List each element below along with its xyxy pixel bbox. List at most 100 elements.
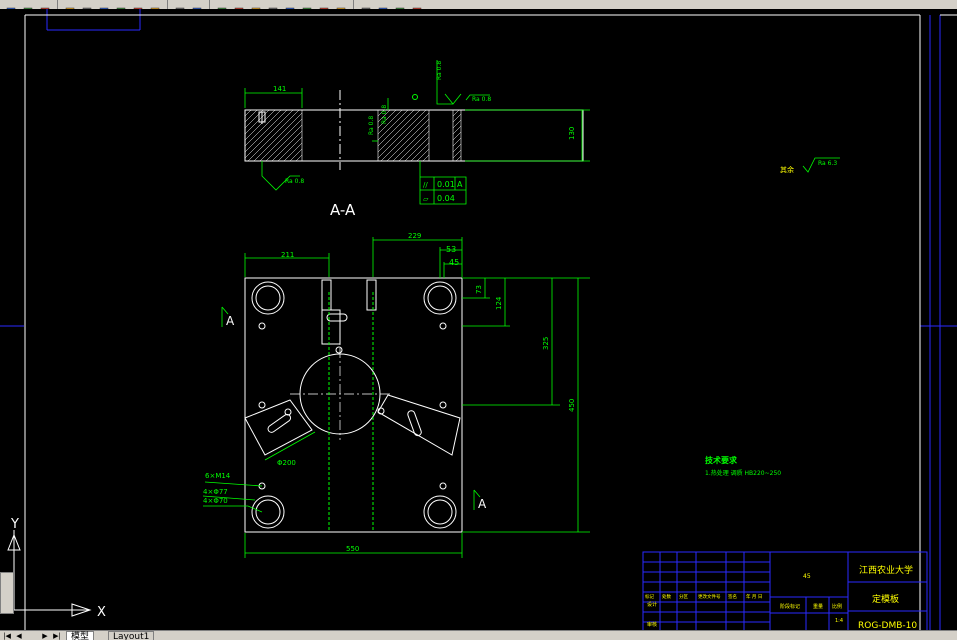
tol1-symbol: //: [423, 181, 428, 189]
toolbar-separator: [167, 0, 168, 9]
zoom-window-icon[interactable]: [232, 0, 246, 9]
section-view: 141 130 Ra 0.8 Ra 0.8 Ra 0.8 Ra 0.8 Ra 0…: [244, 60, 590, 219]
dim-130: 130: [568, 127, 576, 140]
title-stage-label: 阶段标记: [780, 603, 800, 610]
toolbar-separator: [353, 0, 354, 9]
svg-text:1.热处理 调质 HB220~250: 1.热处理 调质 HB220~250: [705, 469, 781, 477]
ra-top-left: Ra 0.8: [436, 61, 443, 80]
hatch-line: [244, 109, 288, 153]
copy-icon[interactable]: [97, 0, 111, 9]
dim-325: 325: [542, 337, 550, 350]
section-title: A-A: [330, 201, 356, 219]
layer-icon[interactable]: [393, 0, 407, 9]
dim-124: 124: [495, 296, 503, 310]
print-icon[interactable]: [38, 0, 52, 9]
hatch-line: [452, 109, 460, 117]
layer-state-icon[interactable]: [410, 0, 424, 9]
properties-icon[interactable]: [266, 0, 280, 9]
help-icon[interactable]: [376, 0, 390, 9]
pan-icon[interactable]: [190, 0, 204, 9]
dim-550: 550: [346, 545, 359, 553]
match-icon[interactable]: [131, 0, 145, 9]
redo-icon[interactable]: [173, 0, 187, 9]
title-row-label: 分区: [679, 593, 688, 600]
hatch-line: [244, 109, 294, 159]
open-icon[interactable]: [4, 0, 18, 9]
markup-icon[interactable]: [334, 0, 348, 9]
title-design-label: 设计: [647, 601, 657, 608]
hatch-line: [422, 154, 430, 162]
title-scale-label: 比例: [832, 603, 842, 610]
hatch-line: [404, 136, 430, 162]
hatch-line: [416, 148, 430, 162]
hatch-line: [244, 109, 282, 147]
hatch-line: [452, 125, 462, 135]
cut-icon[interactable]: [80, 0, 94, 9]
tol1-value: 0.01: [437, 180, 455, 189]
title-scale: 1:4: [835, 618, 843, 624]
hatch-line: [452, 149, 462, 159]
ra-top-right: Ra 0.8: [472, 96, 491, 103]
dim-45: 45: [449, 258, 459, 267]
svg-text:其余: 其余: [780, 165, 794, 174]
undo-icon[interactable]: [148, 0, 162, 9]
side-palette[interactable]: [0, 572, 14, 614]
title-row-label: 标记: [645, 593, 654, 600]
hatch-line: [259, 118, 303, 162]
tool-palettes-icon[interactable]: [300, 0, 314, 9]
hatch-line: [277, 136, 303, 162]
title-row-label: 更改文件号: [698, 593, 721, 600]
title-weight-label: 重量: [813, 603, 823, 610]
hatch-line: [386, 118, 430, 162]
tol2-value: 0.04: [437, 194, 455, 203]
tol2-symbol: ⏥: [423, 195, 429, 203]
design-center-icon[interactable]: [283, 0, 297, 9]
drawing-canvas[interactable]: 141 130 Ra 0.8 Ra 0.8 Ra 0.8 Ra 0.8 Ra 0…: [0, 9, 957, 633]
zoom-previous-icon[interactable]: [249, 0, 263, 9]
note-holes1: 6×M14: [205, 472, 231, 480]
hatch-line: [265, 124, 303, 162]
hatch-line: [244, 109, 258, 123]
dia-center: Φ200: [277, 459, 296, 467]
hatch-line: [271, 130, 303, 162]
title-material: 45: [803, 573, 811, 580]
title-school: 江西农业大学: [859, 564, 913, 576]
ucs-x-label: X: [97, 605, 106, 620]
title-check-label: 审核: [647, 621, 657, 628]
dim-229: 229: [408, 232, 421, 240]
note-holes3: 4×Φ70: [203, 497, 228, 505]
drawing-svg: 141 130 Ra 0.8 Ra 0.8 Ra 0.8 Ra 0.8 Ra 0…: [0, 9, 957, 633]
ucs-y-label: Y: [10, 517, 19, 532]
hatch-line: [392, 124, 430, 162]
title-row-label: 处数: [662, 593, 671, 600]
hatch-line: [380, 112, 430, 162]
hatch-line: [452, 119, 462, 129]
title-drawing-no: ROG-DMB-10: [858, 621, 917, 630]
preview-icon[interactable]: [63, 0, 77, 9]
dim-211: 211: [281, 251, 294, 259]
dim-53: 53: [446, 245, 456, 254]
dim-141: 141: [273, 85, 286, 93]
hatch-line: [452, 131, 462, 141]
paste-icon[interactable]: [114, 0, 128, 9]
calc-icon[interactable]: [359, 0, 373, 9]
title-block: 江西农业大学 定模板 ROG-DMB-10 45 1:4 阶段标记 重量 比例 …: [642, 551, 928, 633]
section-mark-right: A: [478, 497, 487, 511]
plan-view: 211 229 53 45 73 124 325 450 550 Φ200 6×…: [202, 232, 590, 558]
tol1-ref: A: [457, 180, 463, 189]
svg-text:Ra 6.3: Ra 6.3: [818, 160, 837, 167]
tech-requirements: 技术要求 1.热处理 调质 HB220~250: [705, 455, 781, 477]
hatch-line: [253, 112, 303, 162]
hatch-line: [455, 155, 462, 162]
ra-bottom: Ra 0.8: [285, 178, 304, 185]
dim-450: 450: [568, 399, 576, 412]
sheet-border: [24, 14, 957, 630]
section-mark-left: A: [226, 314, 235, 328]
sheet-set-icon[interactable]: [317, 0, 331, 9]
ra-mid: Ra 0.8: [368, 116, 375, 135]
hatch-line: [289, 148, 303, 162]
zoom-realtime-icon[interactable]: [215, 0, 229, 9]
toolbar-separator: [209, 0, 210, 9]
save-icon[interactable]: [21, 0, 35, 9]
hatch-line: [398, 130, 430, 162]
